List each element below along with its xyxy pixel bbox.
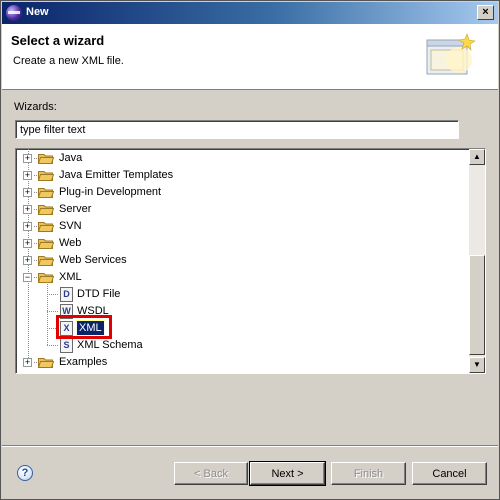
tree-item-label: Web Services [59, 254, 127, 266]
next-button[interactable]: Next > [249, 461, 326, 486]
dtd-file-file-icon: D [60, 287, 73, 302]
wizard-header: Select a wizard Create a new XML file. [2, 24, 498, 90]
expand-icon[interactable]: + [23, 256, 32, 265]
tree-item-label: Examples [59, 356, 108, 368]
wizard-banner-icon [426, 33, 476, 75]
tree-item[interactable]: + Java Emitter Templates [16, 167, 466, 184]
folder-icon [38, 205, 54, 215]
finish-button[interactable]: Finish [331, 462, 406, 485]
eclipse-icon [6, 5, 22, 21]
xml-schema-file-icon: S [60, 338, 73, 353]
tree-item[interactable]: + SVN [16, 218, 466, 235]
expand-icon[interactable]: + [23, 222, 32, 231]
xml-highlight-box [56, 315, 112, 339]
expand-icon[interactable]: + [23, 171, 32, 180]
tree-child-item[interactable]: D DTD File [16, 286, 466, 303]
wizard-tree[interactable]: + Java + Java Emitter Templates + Plug-in Dev… [15, 148, 486, 374]
wizards-label: Wizards: [14, 101, 57, 113]
tree-item-label: Web [59, 237, 82, 249]
tree-item-label: SVN [59, 220, 82, 232]
back-button[interactable]: < Back [174, 462, 248, 485]
page-title: Select a wizard [11, 33, 105, 48]
page-description: Create a new XML file. [13, 55, 124, 67]
folder-icon [38, 358, 54, 368]
help-icon[interactable]: ? [17, 465, 33, 481]
title-bar[interactable]: New × [2, 2, 498, 24]
tree-connector [47, 294, 59, 295]
tree-item-label: DTD File [77, 288, 121, 300]
tree-item-label: Plug-in Development [59, 186, 162, 198]
tree-item-label: XML Schema [77, 339, 143, 351]
expand-icon[interactable]: + [23, 205, 32, 214]
wizard-dialog: New × Select a wizard Create a new XML f… [0, 0, 500, 500]
tree-item[interactable]: − XML [16, 269, 466, 286]
bottom-separator [2, 445, 498, 447]
filter-input[interactable] [15, 120, 459, 139]
tree-item[interactable]: + Web [16, 235, 466, 252]
scroll-thumb[interactable] [469, 255, 485, 355]
scroll-down-button[interactable]: ▼ [469, 357, 485, 373]
tree-item[interactable]: + Examples [16, 354, 466, 371]
folder-icon [38, 188, 54, 198]
folder-icon [38, 256, 54, 266]
vertical-scrollbar[interactable]: ▲ ▼ [469, 149, 485, 373]
expand-icon[interactable]: + [23, 358, 32, 367]
tree-item-label: Java [59, 152, 83, 164]
tree-item[interactable]: + Web Services [16, 252, 466, 269]
tree-child-item[interactable]: S XML Schema [16, 337, 466, 354]
expand-icon[interactable]: + [23, 154, 32, 163]
folder-icon [38, 154, 54, 164]
folder-icon [38, 222, 54, 232]
tree-item[interactable]: + Server [16, 201, 466, 218]
cancel-button[interactable]: Cancel [412, 462, 487, 485]
collapse-icon[interactable]: − [23, 273, 32, 282]
tree-item-label: XML [59, 271, 82, 283]
folder-icon [38, 239, 54, 249]
close-button[interactable]: × [477, 5, 494, 20]
scroll-up-button[interactable]: ▲ [469, 149, 485, 165]
tree-item-label: Java Emitter Templates [59, 169, 174, 181]
folder-icon [38, 171, 54, 181]
window-title: New [26, 6, 49, 18]
tree-item-label: Server [59, 203, 92, 215]
tree-connector [47, 311, 59, 312]
tree-item[interactable]: + Plug-in Development [16, 184, 466, 201]
folder-icon [38, 273, 54, 283]
tree-item[interactable]: + Java [16, 150, 466, 167]
expand-icon[interactable]: + [23, 188, 32, 197]
tree-connector [47, 345, 59, 346]
expand-icon[interactable]: + [23, 239, 32, 248]
tree-connector [47, 282, 48, 345]
